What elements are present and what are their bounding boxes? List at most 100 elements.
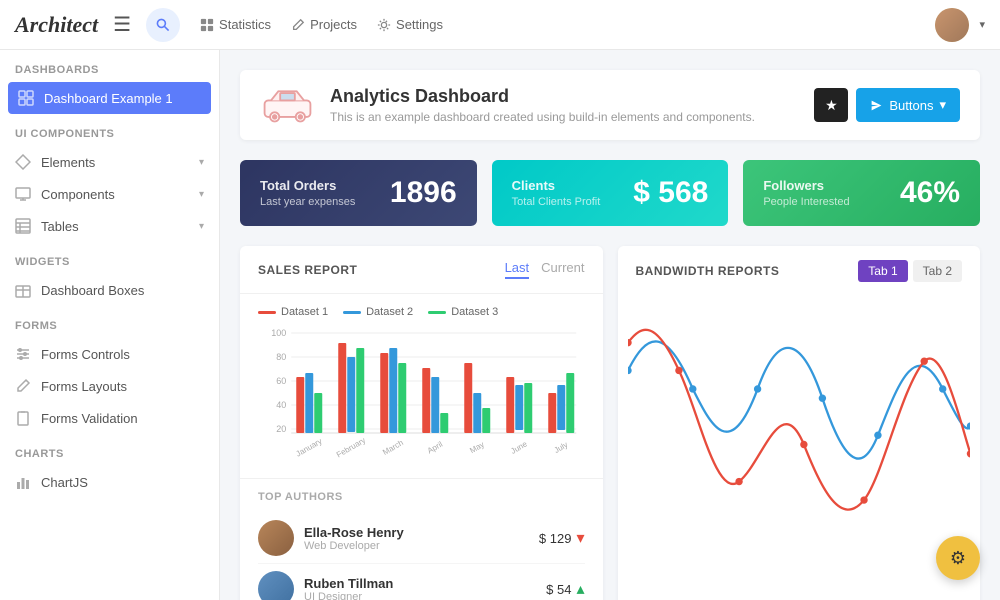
svg-text:80: 80 (276, 352, 286, 362)
sliders-icon (15, 346, 31, 362)
legend-dataset3: Dataset 3 (428, 306, 498, 318)
section-forms: FORMS (0, 306, 219, 338)
section-dashboards: DASHBOARDS (0, 50, 219, 82)
tables-chevron: ▾ (199, 221, 204, 232)
main-layout: DASHBOARDS Dashboard Example 1 UI COMPON… (0, 50, 1000, 600)
section-widgets: WIDGETS (0, 242, 219, 274)
car-icon (260, 86, 315, 124)
hamburger-icon[interactable]: ☰ (113, 12, 131, 37)
svg-text:February: February (335, 436, 367, 460)
sidebar-item-dashboard-example[interactable]: Dashboard Example 1 (8, 82, 211, 114)
sales-report-header: SALES REPORT Last Current (240, 246, 603, 294)
legend-dataset2: Dataset 2 (343, 306, 413, 318)
author-1: Ella-Rose Henry Web Developer $ 129 ▾ (258, 513, 585, 564)
section-charts: CHARTS (0, 434, 219, 466)
sidebar-item-chartjs[interactable]: ChartJS (0, 466, 219, 498)
top-nav: Architect ☰ Statistics Projects Settings… (0, 0, 1000, 50)
bandwidth-chart-svg (628, 306, 971, 546)
bandwidth-tabs: Tab 1 Tab 2 (858, 260, 962, 282)
chart-icon (15, 474, 31, 490)
svg-text:January: January (294, 437, 323, 459)
sales-tabs: Last Current (505, 260, 585, 279)
elements-chevron: ▾ (199, 157, 204, 168)
svg-text:60: 60 (276, 376, 286, 386)
header-title: Analytics Dashboard (330, 86, 755, 107)
tab-last[interactable]: Last (505, 260, 530, 279)
sidebar-item-components[interactable]: Components ▾ (0, 178, 219, 210)
bar-chart-svg: 100 80 60 40 20 (258, 328, 585, 463)
author-2-info: Ruben Tillman UI Designer (304, 576, 393, 600)
clipboard-icon (15, 410, 31, 426)
settings-icon (377, 18, 391, 32)
stat-clients: Clients Total Clients Profit $ 568 (492, 160, 729, 226)
monitor-icon (15, 186, 31, 202)
nav-statistics[interactable]: Statistics (200, 17, 271, 32)
header-card: Analytics Dashboard This is an example d… (240, 70, 980, 140)
table-icon (15, 218, 31, 234)
stats-row: Total Orders Last year expenses 1896 Cli… (240, 160, 980, 226)
nav-links: Statistics Projects Settings (200, 17, 443, 32)
nav-settings[interactable]: Settings (377, 17, 443, 32)
buttons-button[interactable]: Buttons ▾ (856, 88, 960, 122)
stat-followers: Followers People Interested 46% (743, 160, 980, 226)
bottom-row: SALES REPORT Last Current Dataset 1 (240, 246, 980, 600)
sidebar-item-forms-controls[interactable]: Forms Controls (0, 338, 219, 370)
bandwidth-header: BANDWIDTH REPORTS Tab 1 Tab 2 (618, 246, 981, 296)
stat-total-orders: Total Orders Last year expenses 1896 (240, 160, 477, 226)
svg-text:June: June (509, 439, 529, 456)
bandwidth-tab-1[interactable]: Tab 1 (858, 260, 907, 282)
nav-right: ▾ (935, 8, 985, 42)
edit-icon (291, 18, 305, 32)
author-1-amount: $ 129 ▾ (539, 528, 585, 548)
search-icon (155, 17, 171, 33)
user-avatar[interactable] (935, 8, 969, 42)
sidebar-item-forms-layouts[interactable]: Forms Layouts (0, 370, 219, 402)
star-button[interactable]: ★ (814, 88, 848, 122)
svg-text:July: July (553, 440, 570, 455)
author-2-avatar (258, 571, 294, 600)
dashboard-icon (18, 90, 34, 106)
bandwidth-card: BANDWIDTH REPORTS Tab 1 Tab 2 (618, 246, 981, 600)
svg-text:May: May (468, 440, 486, 455)
header-text: Analytics Dashboard This is an example d… (330, 86, 755, 124)
grid-icon (200, 18, 214, 32)
sidebar-item-elements[interactable]: Elements ▾ (0, 146, 219, 178)
search-button[interactable] (146, 8, 180, 42)
svg-text:100: 100 (271, 328, 286, 338)
top-authors-section: TOP AUTHORS Ella-Rose Henry Web Develope… (240, 478, 603, 600)
avatar-chevron[interactable]: ▾ (979, 18, 985, 31)
send-icon (870, 99, 883, 112)
nav-projects[interactable]: Projects (291, 17, 357, 32)
pencil-icon (15, 378, 31, 394)
svg-text:40: 40 (276, 400, 286, 410)
buttons-chevron: ▾ (939, 97, 946, 113)
author-1-info: Ella-Rose Henry Web Developer (304, 525, 404, 552)
sales-report-card: SALES REPORT Last Current Dataset 1 (240, 246, 603, 600)
chart-area: Dataset 1 Dataset 2 Dataset 3 (240, 294, 603, 478)
box-icon (15, 282, 31, 298)
header-icon (260, 85, 315, 125)
sidebar-item-tables[interactable]: Tables ▾ (0, 210, 219, 242)
section-ui-components: UI COMPONENTS (0, 114, 219, 146)
header-subtitle: This is an example dashboard created usi… (330, 110, 755, 124)
content-area: Analytics Dashboard This is an example d… (220, 50, 1000, 600)
svg-text:April: April (426, 440, 445, 456)
fab-button[interactable]: ⚙ (936, 536, 980, 580)
amount-up-icon: ▴ (576, 579, 584, 599)
sidebar-item-forms-validation[interactable]: Forms Validation (0, 402, 219, 434)
sidebar-item-dashboard-boxes[interactable]: Dashboard Boxes (0, 274, 219, 306)
diamond-icon (15, 154, 31, 170)
author-2: Ruben Tillman UI Designer $ 54 ▴ (258, 564, 585, 600)
chart-legend: Dataset 1 Dataset 2 Dataset 3 (258, 306, 585, 318)
sidebar: DASHBOARDS Dashboard Example 1 UI COMPON… (0, 50, 220, 600)
header-actions: ★ Buttons ▾ (814, 88, 960, 122)
app-logo: Architect (15, 12, 98, 38)
tab-current[interactable]: Current (541, 260, 584, 279)
wave-chart (618, 296, 981, 546)
amount-down-icon: ▾ (576, 528, 584, 548)
author-1-avatar (258, 520, 294, 556)
legend-dataset1: Dataset 1 (258, 306, 328, 318)
svg-text:March: March (381, 438, 405, 457)
author-2-amount: $ 54 ▴ (546, 579, 584, 599)
bandwidth-tab-2[interactable]: Tab 2 (913, 260, 962, 282)
